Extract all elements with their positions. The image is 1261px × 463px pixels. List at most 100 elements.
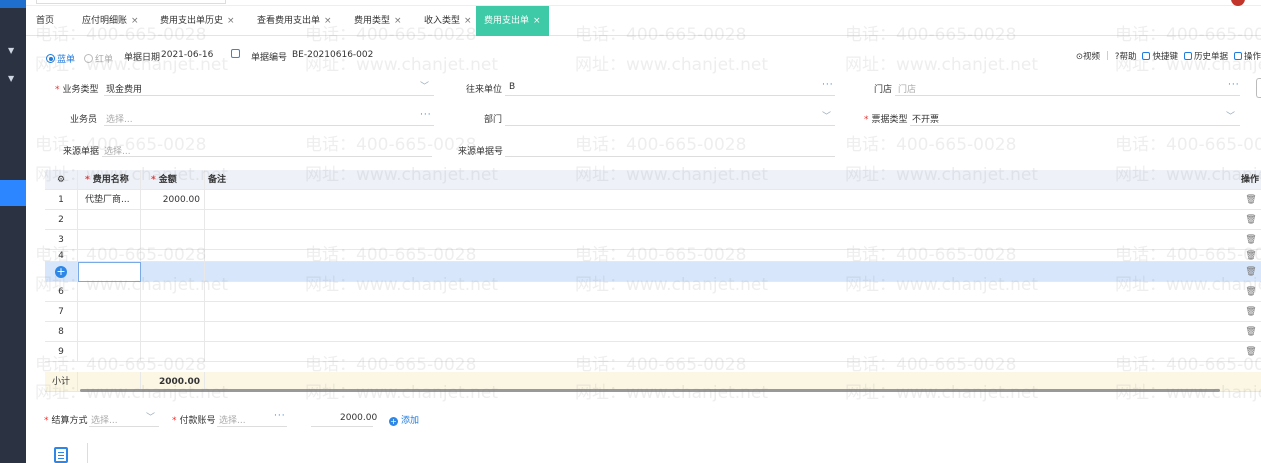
date-field[interactable]: 2021-06-16 [161,50,213,60]
pay-account-field[interactable]: 选择... [219,413,246,426]
tab-expense-history[interactable]: 费用支出单历史 × [160,6,235,36]
close-icon[interactable]: × [394,16,402,26]
chevron-down-icon[interactable]: ﹀ [146,410,155,423]
divider [87,443,88,463]
trash-icon[interactable]: 🗑 [1241,210,1261,230]
radio-red-bill[interactable]: 红单 [84,52,113,65]
sidebar-expand-icon[interactable]: ▼ [8,46,14,55]
invoice-type-label: * 票据类型 [864,115,908,125]
col-amount-header: * 金额 [141,170,205,190]
tab-expense-type[interactable]: 费用类型 × [354,6,402,36]
store-label: 门店 [874,85,893,95]
left-sidebar: ▼ ▼ [0,0,26,463]
operate-button[interactable]: 操作 [1233,50,1261,62]
trash-icon[interactable]: 🗑 [1241,262,1261,282]
radio-blue-bill[interactable]: 蓝单 [46,52,75,65]
close-icon[interactable]: × [227,16,235,26]
grid-icon [1233,52,1242,60]
trash-icon[interactable]: 🗑 [1241,302,1261,322]
department-label: 部门 [484,115,503,125]
keyboard-icon [1142,52,1151,60]
add-row-button[interactable]: + [45,262,78,282]
chevron-down-icon[interactable]: ﹀ [1226,109,1235,122]
tab-expense-bill[interactable]: 费用支出单 × [476,6,549,36]
close-icon[interactable]: × [131,16,139,26]
biz-type-select[interactable]: 现金费用 [106,82,142,95]
watermark: 电话：400-665-0028 [845,135,1017,155]
pay-account-label: * 付款账号 [172,416,216,426]
bill-number-value: BE-20210616-002 [292,50,374,60]
bill-header: 蓝单 红单 单据日期 2021-06-16 单据编号 BE-20210616-0… [26,36,1261,76]
search-box[interactable] [36,0,226,4]
divider: | [1106,51,1109,61]
date-label: 单据日期 [124,53,161,63]
close-icon[interactable]: × [324,16,332,26]
add-settlement-button[interactable]: + 添加 [389,413,419,426]
bill-number-label: 单据编号 [251,53,288,63]
settle-amount[interactable]: 2000.00 [340,413,377,423]
play-icon: ⊙ [1075,52,1084,62]
col-remark-header: 备注 [208,175,227,185]
table-row[interactable]: 6 🗑 [45,282,1261,302]
salesman-field[interactable]: 选择... [106,112,133,125]
trash-icon[interactable]: 🗑 [1241,342,1261,362]
horizontal-scrollbar[interactable] [80,389,1220,392]
salesman-label: 业务员 [70,115,98,125]
tab-income-type[interactable]: 收入类型 × [424,6,472,36]
more-icon[interactable]: ··· [274,411,286,421]
plus-icon: + [55,264,67,278]
help-button[interactable]: ?帮助 [1115,50,1137,62]
more-icon[interactable]: ··· [420,110,432,120]
grid-header: ⚙ * 费用名称 * 金额 备注 操作 [45,170,1261,190]
video-button[interactable]: ⊙视频 [1076,50,1100,62]
tab-payable-detail[interactable]: 应付明细账 × [82,6,139,36]
table-row[interactable]: 9 🗑 [45,342,1261,362]
shortcut-button[interactable]: 快捷键 [1142,50,1178,62]
name-cell-editor[interactable] [78,262,141,282]
tab-home[interactable]: 首页 [36,6,54,36]
partner-label: 往来单位 [466,85,503,95]
tab-view-expense[interactable]: 查看费用支出单 × [257,6,332,36]
trash-icon[interactable]: 🗑 [1241,282,1261,302]
radio-unchecked-icon [84,54,93,63]
table-row[interactable]: 3 🗑 [45,230,1261,250]
table-row[interactable]: 1 代垫厂商... 2000.00 🗑 [45,190,1261,210]
chevron-down-icon[interactable]: ﹀ [420,79,429,92]
settlement-row: * 结算方式 选择... ﹀ * 付款账号 选择... ··· 2000.00 + 添… [26,405,1261,435]
more-icon[interactable]: ··· [1228,80,1240,90]
sidebar-logo[interactable] [0,0,26,8]
chevron-down-icon[interactable]: ﹀ [822,109,831,122]
table-row[interactable]: 4 🗑 [45,250,1261,262]
document-icon[interactable] [54,447,68,463]
store-field[interactable]: 门店 [898,82,916,95]
table-row-selected[interactable]: + 🗑 [45,262,1261,282]
col-name-header: * 费用名称 [78,170,141,190]
table-row[interactable]: 8 🗑 [45,322,1261,342]
trash-icon[interactable]: 🗑 [1241,322,1261,342]
settle-method-select[interactable]: 选择... [91,413,118,426]
table-row[interactable]: 2 🗑 [45,210,1261,230]
more-icon[interactable]: ··· [822,80,834,90]
trash-icon[interactable]: 🗑 [1241,190,1261,210]
invoice-type-select[interactable]: 不开票 [912,112,939,125]
trash-icon[interactable]: 🗑 [1241,250,1261,262]
biz-type-label: * 业务类型 [55,85,99,95]
close-icon[interactable]: × [533,16,541,26]
col-op-header: 操作 [1241,175,1260,185]
settle-method-label: * 结算方式 [44,416,88,426]
sidebar-item-active[interactable] [0,180,26,206]
watermark: 电话：400-665-0028 [575,135,747,155]
history-button[interactable]: 历史单据 [1183,50,1228,62]
side-panel-handle[interactable] [1256,78,1261,98]
history-icon [1183,52,1192,60]
table-row[interactable]: 7 🗑 [45,302,1261,322]
settings-icon[interactable]: ⚙ [45,170,78,190]
close-icon[interactable]: × [464,16,472,26]
radio-checked-icon [46,54,55,63]
partner-field[interactable]: B [509,82,515,92]
sidebar-expand-icon[interactable]: ▼ [8,74,14,83]
source-bill-label: 来源单据 [63,147,100,157]
calendar-icon[interactable] [231,49,240,58]
watermark: 电话：400-665-0028 [305,135,477,155]
trash-icon[interactable]: 🗑 [1241,230,1261,250]
